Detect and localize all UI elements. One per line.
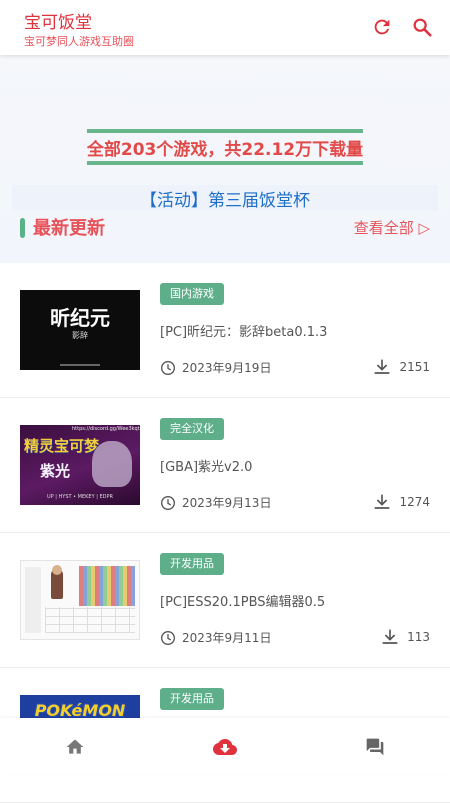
app-title: 宝可饭堂	[24, 13, 92, 33]
nav-home[interactable]	[63, 736, 87, 758]
game-list-item[interactable]: 开发用品 [PC]ESS20.1PBS编辑器0.5 2023年9月11日 113	[0, 533, 450, 668]
thumb-subheading: 紫光	[40, 462, 71, 480]
game-thumbnail: 昕纪元 影辞	[20, 290, 140, 370]
date-text: 2023年9月13日	[182, 496, 272, 510]
search-icon	[413, 18, 432, 37]
download-count-text: 1274	[399, 495, 430, 509]
update-date: 2023年9月13日	[160, 494, 271, 511]
category-tag: 开发用品	[160, 553, 224, 575]
thumb-figure	[92, 441, 132, 487]
category-tag: 开发用品	[160, 688, 224, 710]
app-subtitle: 宝可梦同人游戏互助圈	[24, 35, 134, 48]
category-tag: 完全汉化	[160, 418, 224, 440]
download-count-text: 113	[407, 630, 430, 644]
view-all-link[interactable]: 查看全部 ▷	[354, 217, 430, 238]
game-list-item[interactable]: 昕纪元 影辞 国内游戏 [PC]昕纪元：影辞beta0.1.3 2023年9月1…	[0, 263, 450, 398]
category-tag: 国内游戏	[160, 283, 224, 305]
download-count-text: 2151	[399, 360, 430, 374]
download-icon	[374, 494, 391, 509]
download-count: 1274	[373, 493, 430, 511]
nav-forum[interactable]	[363, 736, 387, 758]
cloud-download-icon	[213, 739, 237, 755]
section-accent-bar	[20, 218, 25, 238]
refresh-icon	[374, 19, 390, 35]
update-date: 2023年9月11日	[160, 629, 271, 646]
clock-icon	[161, 495, 175, 510]
thumb-url: https://discord.gg/Wee3kqt	[72, 426, 140, 432]
game-thumbnail: https://discord.gg/Wee3kqt 精灵宝可梦 紫光 UP |…	[20, 425, 140, 505]
date-text: 2023年9月11日	[182, 631, 272, 645]
hero-section: 全部203个游戏，共22.12万下载量 【活动】第三届饭堂杯 最新更新 查看全部…	[0, 55, 450, 263]
home-icon	[66, 739, 84, 754]
game-list-item[interactable]: https://discord.gg/Wee3kqt 精灵宝可梦 紫光 UP |…	[0, 398, 450, 533]
date-text: 2023年9月19日	[182, 361, 272, 375]
app-bar: 宝可饭堂 宝可梦同人游戏互助圈	[0, 0, 450, 55]
download-icon	[374, 359, 391, 374]
update-date: 2023年9月19日	[160, 359, 271, 376]
clock-icon	[161, 630, 175, 645]
clock-icon	[161, 360, 175, 375]
refresh-button[interactable]	[369, 14, 395, 40]
game-thumbnail	[20, 560, 140, 640]
thumb-footer-line	[60, 364, 100, 366]
thumb-tilemap	[79, 566, 135, 606]
game-title: [GBA]紫光v2.0	[160, 460, 253, 475]
thumb-subheading: 影辞	[72, 331, 88, 340]
thumb-heading: 昕纪元	[50, 306, 110, 330]
download-icon	[382, 629, 398, 644]
thumb-logo: 精灵宝可梦	[24, 437, 100, 455]
download-count: 2151	[373, 358, 430, 376]
thumb-sidebar	[25, 567, 41, 633]
stats-summary: 全部203个游戏，共22.12万下载量	[87, 129, 363, 165]
game-title: [PC]昕纪元：影辞beta0.1.3	[160, 325, 328, 340]
nav-download[interactable]	[213, 736, 237, 758]
thumb-footer: UP | HYST • MEKEY | EDPR	[46, 494, 114, 500]
section-title: 最新更新	[33, 218, 105, 239]
forum-icon	[366, 738, 384, 756]
game-title: [PC]ESS20.1PBS编辑器0.5	[160, 595, 326, 610]
event-banner[interactable]: 【活动】第三届饭堂杯	[12, 185, 438, 211]
search-button[interactable]	[409, 14, 435, 40]
download-count: 113	[381, 628, 430, 646]
thumb-character-head	[52, 565, 62, 575]
bottom-navigation	[0, 718, 450, 775]
thumb-grid	[45, 607, 135, 633]
